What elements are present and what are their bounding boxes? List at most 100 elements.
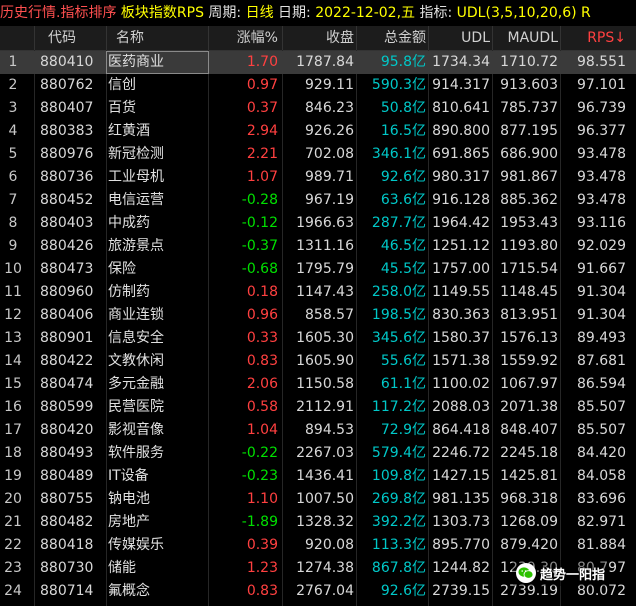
row-index: 5 <box>8 146 18 162</box>
row-code: 880493 <box>40 445 94 461</box>
row-udl: 864.418 <box>432 422 490 438</box>
row-index: 11 <box>4 284 22 300</box>
row-maudl: 1715.54 <box>500 261 558 277</box>
row-name: 民营医院 <box>108 399 164 415</box>
row-udl: 1244.82 <box>432 560 490 576</box>
row-udl: 1757.00 <box>432 261 490 277</box>
row-maudl: 785.737 <box>500 100 558 116</box>
row-close: 1150.58 <box>296 376 354 392</box>
table-row[interactable]: 2 880762 信创 0.97 929.11 590.3亿 914.317 913.603 9… <box>0 74 636 97</box>
column-header-rps[interactable]: RPS↓ <box>583 26 626 50</box>
row-udl: 1303.73 <box>432 514 490 530</box>
title-overflow: R <box>581 5 591 21</box>
table-row[interactable]: 17 880420 影视音像 1.04 894.53 72.9亿 864.418 848.40… <box>0 419 636 442</box>
row-rps: 81.884 <box>577 537 626 553</box>
row-amount: 258.0亿 <box>371 284 426 300</box>
row-udl: 2739.15 <box>432 583 490 599</box>
column-header-code[interactable]: 代码 <box>48 26 76 50</box>
row-amount: 92.6亿 <box>380 169 426 185</box>
table-row[interactable]: 13 880901 信息安全 0.33 1605.30 345.6亿 1580.37 1576… <box>0 327 636 350</box>
row-index: 17 <box>4 422 22 438</box>
row-udl: 1251.12 <box>432 238 490 254</box>
table-row[interactable]: 6 880736 工业母机 1.07 989.71 92.6亿 980.317 981.867… <box>0 166 636 189</box>
module-title[interactable]: 历史行情.指标排序 <box>0 5 116 21</box>
table-row[interactable]: 12 880406 商业连锁 0.96 858.57 198.5亿 830.363 813.9… <box>0 304 636 327</box>
table-row[interactable]: 21 880482 房地产 -1.89 1328.32 392.2亿 1303.73 1268… <box>0 511 636 534</box>
table-row[interactable]: 9 880426 旅游景点 -0.37 1311.16 46.5亿 1251.12 1193.… <box>0 235 636 258</box>
row-amount: 50.8亿 <box>380 100 426 116</box>
column-header-name[interactable]: 名称 <box>116 26 144 50</box>
row-amount: 61.1亿 <box>380 376 426 392</box>
row-close: 1966.63 <box>296 215 354 231</box>
row-rps: 84.420 <box>577 445 626 461</box>
row-index: 15 <box>4 376 22 392</box>
row-maudl: 1953.43 <box>500 215 558 231</box>
header-divider <box>106 26 107 50</box>
row-name: 商业连锁 <box>108 307 164 323</box>
row-change: -0.28 <box>241 192 278 208</box>
row-amount: 72.9亿 <box>380 422 426 438</box>
row-code: 880489 <box>40 468 94 484</box>
row-change: 0.83 <box>246 583 278 599</box>
table-row[interactable]: 14 880422 文教休闲 0.83 1605.90 55.6亿 1571.38 1559.… <box>0 350 636 373</box>
row-maudl: 879.420 <box>500 537 558 553</box>
table-row[interactable]: 16 880599 民营医院 0.58 2112.91 117.2亿 2088.03 2071… <box>0 396 636 419</box>
table-row[interactable]: 22 880418 传媒娱乐 0.39 920.08 113.3亿 895.770 879.4… <box>0 534 636 557</box>
row-udl: 1964.42 <box>432 215 490 231</box>
table-row[interactable]: 1 880410 医药商业 1.70 1787.84 95.8亿 1734.34 1710.7… <box>0 51 636 74</box>
row-maudl: 1148.45 <box>500 284 558 300</box>
row-index: 14 <box>4 353 22 369</box>
row-udl: 1149.55 <box>432 284 490 300</box>
row-index: 4 <box>8 123 18 139</box>
column-header-udl[interactable]: UDL <box>448 26 490 50</box>
date-value[interactable]: 2022-12-02,五 <box>315 5 415 21</box>
table-row[interactable]: 5 880976 新冠检测 2.21 702.08 346.1亿 691.865 686.90… <box>0 143 636 166</box>
table-row[interactable]: 4 880383 红黄酒 2.94 926.26 16.5亿 890.800 877.195 9… <box>0 120 636 143</box>
row-rps: 93.478 <box>577 192 626 208</box>
row-change: 1.23 <box>246 560 278 576</box>
table-row[interactable]: 10 880473 保险 -0.68 1795.79 45.5亿 1757.00 1715.5… <box>0 258 636 281</box>
row-index: 21 <box>4 514 22 530</box>
row-amount: 92.6亿 <box>380 583 426 599</box>
table-row[interactable]: 15 880474 多元金融 2.06 1150.58 61.1亿 1100.02 1067.… <box>0 373 636 396</box>
row-close: 1147.43 <box>296 284 354 300</box>
row-index: 2 <box>8 77 18 93</box>
table-row[interactable]: 19 880489 IT设备 -0.23 1436.41 109.8亿 1427.15 142… <box>0 465 636 488</box>
table-row[interactable]: 7 880452 电信运营 -0.28 967.19 63.6亿 916.128 885.36… <box>0 189 636 212</box>
row-udl: 691.865 <box>432 146 490 162</box>
column-header-close[interactable]: 收盘 <box>310 26 354 50</box>
header-divider <box>208 26 209 50</box>
row-change: 0.18 <box>246 284 278 300</box>
period-value[interactable]: 日线 <box>246 5 274 21</box>
row-index: 1 <box>8 54 18 70</box>
indicator-value[interactable]: UDL(3,5,10,20,6) <box>457 5 577 21</box>
table-row[interactable]: 3 880407 百货 0.37 846.23 50.8亿 810.641 785.737 96… <box>0 97 636 120</box>
row-name: 钠电池 <box>108 491 150 507</box>
table-row[interactable]: 18 880493 软件服务 -0.22 2267.03 579.4亿 2246.72 224… <box>0 442 636 465</box>
row-udl: 916.128 <box>432 192 490 208</box>
column-header-change[interactable]: 涨幅% <box>228 26 278 50</box>
table-row[interactable]: 11 880960 仿制药 0.18 1147.43 258.0亿 1149.55 1148.… <box>0 281 636 304</box>
column-header-amount[interactable]: 总金额 <box>372 26 426 50</box>
row-change: 0.58 <box>246 399 278 415</box>
row-name: 仿制药 <box>108 284 150 300</box>
row-rps: 83.696 <box>577 491 626 507</box>
row-amount: 109.8亿 <box>371 468 426 484</box>
row-change: 2.21 <box>246 146 278 162</box>
row-udl: 830.363 <box>432 307 490 323</box>
row-rps: 84.058 <box>577 468 626 484</box>
row-name: 多元金融 <box>108 376 164 392</box>
row-name: 旅游景点 <box>108 238 164 254</box>
row-amount: 16.5亿 <box>380 123 426 139</box>
row-rps: 89.493 <box>577 330 626 346</box>
row-amount: 392.2亿 <box>371 514 426 530</box>
row-amount: 63.6亿 <box>380 192 426 208</box>
table-row[interactable]: 20 880755 钠电池 1.10 1007.50 269.8亿 981.135 968.3… <box>0 488 636 511</box>
column-header-maudl[interactable]: MAUDL <box>500 26 558 50</box>
table-row[interactable]: 8 880403 中成药 -0.12 1966.63 287.7亿 1964.42 1953.… <box>0 212 636 235</box>
header-divider <box>492 26 493 50</box>
header-divider <box>356 26 357 50</box>
period-label: 周期: <box>208 5 242 21</box>
row-amount: 46.5亿 <box>380 238 426 254</box>
row-amount: 113.3亿 <box>371 537 426 553</box>
